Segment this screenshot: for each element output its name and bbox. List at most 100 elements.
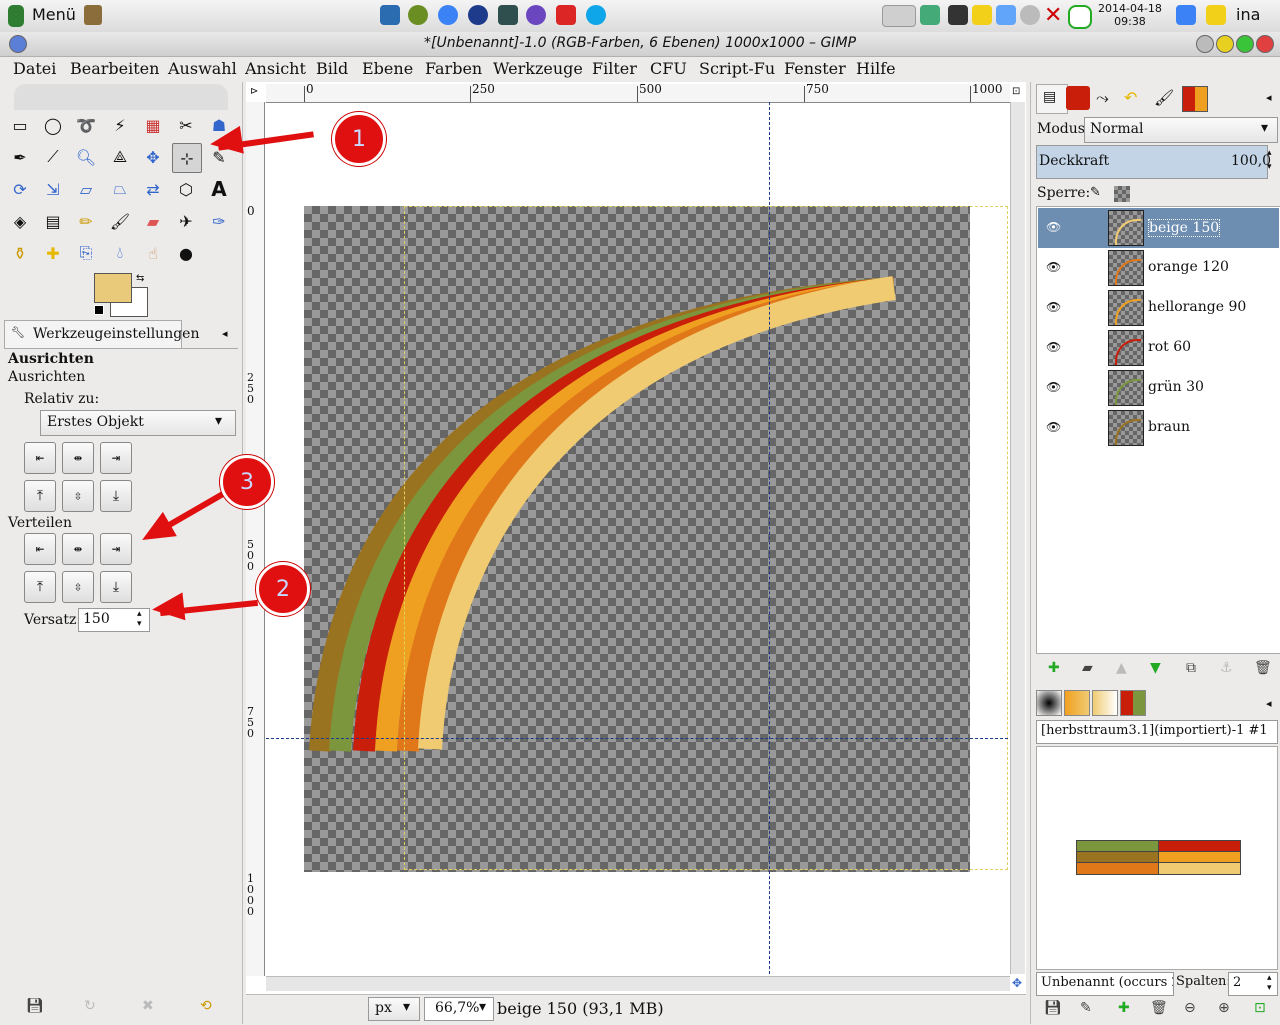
layer-row[interactable]: 👁︎ braun (1038, 408, 1279, 448)
tray-icon-2[interactable] (996, 5, 1016, 25)
save-options-icon[interactable]: 💾︎ (26, 998, 44, 1014)
move-icon[interactable]: ✥ (141, 145, 165, 169)
tools-launcher-icon[interactable] (84, 5, 102, 25)
blur-icon[interactable]: 💧︎ (108, 241, 132, 265)
spin-arrows-icon[interactable]: ▴ ▾ (137, 609, 142, 629)
opacity-spin-icon[interactable]: ▴ ▾ (1267, 146, 1272, 174)
visibility-eye-icon[interactable]: 👁︎ (1046, 220, 1061, 234)
network-icon[interactable] (468, 5, 488, 25)
columns-input[interactable]: 2 ▴ ▾ (1228, 972, 1278, 996)
lock-pixels-icon[interactable]: ✎ (1090, 185, 1101, 200)
color-picker-icon[interactable]: ⟋ (41, 145, 65, 169)
layer-row[interactable]: 👁︎ orange 120 (1038, 248, 1279, 288)
flip-icon[interactable]: ⇄ (141, 177, 165, 201)
visibility-eye-icon[interactable]: 👁︎ (1046, 420, 1061, 434)
terminal-icon[interactable] (498, 5, 518, 25)
palette-name-field[interactable]: [herbsttraum3.1](importiert)-1 #1 (1036, 720, 1278, 744)
menu-ebene[interactable]: Ebene (362, 59, 413, 78)
align-top-button[interactable]: ⤒ (24, 480, 56, 512)
measure-icon[interactable]: ⟁ (108, 145, 132, 169)
tab-palette-editor[interactable] (1120, 690, 1146, 716)
clock[interactable]: 2014-04-18 09:38 (1098, 2, 1162, 28)
tab-menu-icon[interactable]: ◂ (1266, 91, 1272, 104)
fuzzy-select-icon[interactable]: ⚡ (108, 113, 132, 137)
window-titlebar[interactable]: *[Unbenannt]-1.0 (RGB-Farben, 6 Ebenen) … (0, 32, 1280, 57)
layer-row[interactable]: 👁︎ rot 60 (1038, 328, 1279, 368)
tab-paths[interactable]: ⤳ (1096, 88, 1109, 108)
menu-ansicht[interactable]: Ansicht (245, 59, 306, 78)
lower-layer-icon[interactable]: ▼ (1150, 660, 1161, 676)
navigate-icon[interactable]: ✥ (1012, 976, 1022, 990)
zoom-all-palette-icon[interactable]: ⊡ (1254, 1000, 1266, 1016)
layer-row[interactable]: 👁︎ grün 30 (1038, 368, 1279, 408)
shade-button[interactable] (1196, 35, 1214, 53)
user-name[interactable]: ina (1236, 5, 1260, 24)
raise-layer-icon[interactable]: ▲ (1116, 660, 1127, 676)
edit-color-icon[interactable]: ✎ (1080, 1000, 1092, 1016)
menu-bild[interactable]: Bild (316, 59, 348, 78)
delete-color-icon[interactable]: 🗑︎ (1150, 1000, 1168, 1016)
skype-icon[interactable] (586, 5, 606, 25)
tab-menu-icon[interactable]: ◂ (1266, 697, 1272, 710)
clone-icon[interactable]: ⚱ (8, 241, 32, 265)
distribute-hcenter-button[interactable]: ⇹ (62, 533, 94, 565)
tab-gradients[interactable] (1064, 690, 1090, 716)
rotate-icon[interactable]: ⟳ (8, 177, 32, 201)
app-menu-label[interactable]: Menü (32, 5, 76, 24)
perspective-clone-icon[interactable]: ⎘ (74, 241, 98, 265)
tab-layers[interactable]: ▤ (1036, 84, 1068, 114)
tab-brush-preview[interactable] (1036, 690, 1062, 716)
align-tool-icon[interactable]: ⊹ (172, 143, 202, 173)
quick-mask-corner-icon[interactable]: ⊳ (250, 86, 258, 97)
save-palette-icon[interactable]: 💾︎ (1044, 1000, 1062, 1016)
delete-layer-icon[interactable]: 🗑︎ (1254, 660, 1272, 676)
blend-icon[interactable]: ▤ (41, 209, 65, 233)
menu-werkzeuge[interactable]: Werkzeuge (493, 59, 583, 78)
visibility-eye-icon[interactable]: 👁︎ (1046, 340, 1061, 354)
align-hcenter-button[interactable]: ⇹ (62, 442, 94, 474)
menu-filter[interactable]: Filter (592, 59, 637, 78)
lasso-icon[interactable]: ➰ (74, 113, 98, 137)
distribute-right-button[interactable]: ⇥ (100, 533, 132, 565)
palette-swatch[interactable] (1076, 862, 1159, 875)
unit-dropdown[interactable]: px ▾ (368, 997, 420, 1021)
color-name-field[interactable]: Unbenannt (occurs 2 (1036, 972, 1174, 996)
visibility-eye-icon[interactable]: 👁︎ (1046, 300, 1061, 314)
vertical-scrollbar[interactable] (1010, 102, 1025, 974)
leaf-icon[interactable] (1068, 5, 1092, 29)
launcher-icon[interactable] (380, 5, 400, 25)
align-vcenter-button[interactable]: ⇳ (62, 480, 94, 512)
distribute-vcenter-button[interactable]: ⇳ (62, 571, 94, 603)
pencil-icon[interactable]: ✏ (74, 209, 98, 233)
workspace-switcher-icon[interactable] (882, 5, 916, 27)
distribute-left-button[interactable]: ⇤ (24, 533, 56, 565)
zoom-icon[interactable]: 🔍︎ (74, 145, 98, 169)
airbrush-icon[interactable]: ✈ (174, 209, 198, 233)
app-menu-icon[interactable] (8, 5, 24, 27)
relative-dropdown[interactable]: Erstes Objekt ▾ (40, 410, 236, 436)
paintbrush-icon[interactable]: 🖌︎ (108, 209, 132, 233)
tray-icon[interactable] (920, 5, 940, 25)
ssr-icon[interactable] (556, 5, 576, 25)
scale-icon[interactable]: ⇲ (41, 177, 65, 201)
paths-icon[interactable]: ✒ (8, 145, 32, 169)
notes-icon[interactable] (972, 5, 992, 25)
network-status-icon[interactable] (1176, 5, 1196, 25)
close-session-icon[interactable]: ✕ (1044, 3, 1062, 28)
opacity-slider[interactable]: Deckkraft 100,0 (1036, 145, 1271, 179)
maximize-button[interactable] (1236, 35, 1254, 53)
close-button[interactable] (1256, 35, 1274, 53)
menu-hilfe[interactable]: Hilfe (856, 59, 896, 78)
horizontal-scrollbar[interactable] (266, 976, 1010, 991)
new-layer-group-icon[interactable]: ▰ (1082, 660, 1093, 676)
restore-options-icon[interactable]: ↻ (84, 998, 96, 1014)
zoom-lock-icon[interactable]: ⊡ (1012, 86, 1020, 97)
menu-datei[interactable]: Datei (13, 59, 56, 78)
mail-icon[interactable] (1206, 5, 1226, 25)
new-layer-icon[interactable]: ✚ (1048, 660, 1060, 676)
perspective-icon[interactable]: ⏢ (108, 177, 132, 201)
eye-launcher-icon[interactable] (408, 5, 428, 25)
tab-undo[interactable]: ↶ (1124, 88, 1137, 107)
ink-icon[interactable]: ✑ (207, 209, 231, 233)
browser-icon[interactable] (438, 5, 458, 25)
